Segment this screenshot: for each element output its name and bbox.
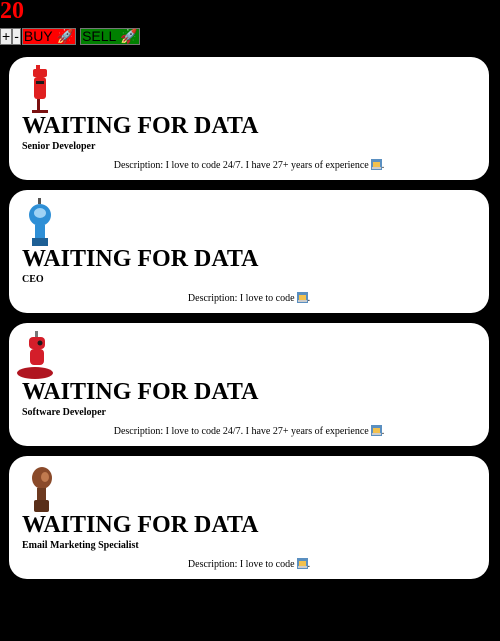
- card-description-text: Description: I love to code 24/7. I have…: [113, 160, 369, 171]
- laptop-emoji-icon: [370, 425, 382, 436]
- buy-button[interactable]: BUY 🚀: [21, 28, 77, 45]
- sell-button[interactable]: SELL 🚀: [80, 28, 140, 45]
- counter-value: 20: [0, 0, 24, 24]
- robot-avatar-icon: [32, 65, 48, 113]
- robot-avatar-icon: [29, 198, 51, 246]
- profile-card: WAITING FOR DATA CEO Description: I love…: [9, 190, 489, 313]
- control-bar: + - BUY 🚀 SELL 🚀: [0, 28, 140, 45]
- sell-button-label: SELL: [82, 28, 117, 44]
- card-description: Description: I love to code 24/7. I have…: [113, 159, 385, 171]
- card-role: Senior Developer: [22, 141, 96, 152]
- profile-card: WAITING FOR DATA Software Developer Desc…: [9, 323, 489, 446]
- card-description: Description: I love to code.: [187, 558, 311, 570]
- card-title: WAITING FOR DATA: [22, 512, 259, 538]
- robot-avatar-icon: [17, 331, 53, 379]
- card-title: WAITING FOR DATA: [22, 246, 259, 272]
- card-role: Email Marketing Specialist: [22, 540, 139, 551]
- robot-avatar-icon: [32, 467, 52, 512]
- card-description: Description: I love to code 24/7. I have…: [113, 425, 385, 437]
- laptop-emoji-icon: [296, 292, 308, 303]
- card-role: Software Developer: [22, 407, 106, 418]
- decrement-button[interactable]: -: [12, 28, 21, 45]
- card-title: WAITING FOR DATA: [22, 113, 259, 139]
- laptop-emoji-icon: [296, 558, 308, 569]
- card-description-text: Description: I love to code: [187, 559, 295, 570]
- buy-button-label: BUY: [23, 28, 53, 44]
- increment-button[interactable]: +: [0, 28, 13, 45]
- laptop-emoji-icon: [370, 159, 382, 170]
- card-description: Description: I love to code.: [187, 292, 311, 304]
- card-description-text: Description: I love to code: [187, 293, 295, 304]
- rocket-icon: 🚀: [120, 28, 138, 44]
- card-role: CEO: [22, 274, 44, 285]
- card-description-text: Description: I love to code 24/7. I have…: [113, 426, 369, 437]
- profile-card: WAITING FOR DATA Email Marketing Special…: [9, 456, 489, 579]
- rocket-icon: 🚀: [56, 28, 75, 44]
- profile-card: WAITING FOR DATA Senior Developer Descri…: [9, 57, 489, 180]
- card-title: WAITING FOR DATA: [22, 379, 259, 405]
